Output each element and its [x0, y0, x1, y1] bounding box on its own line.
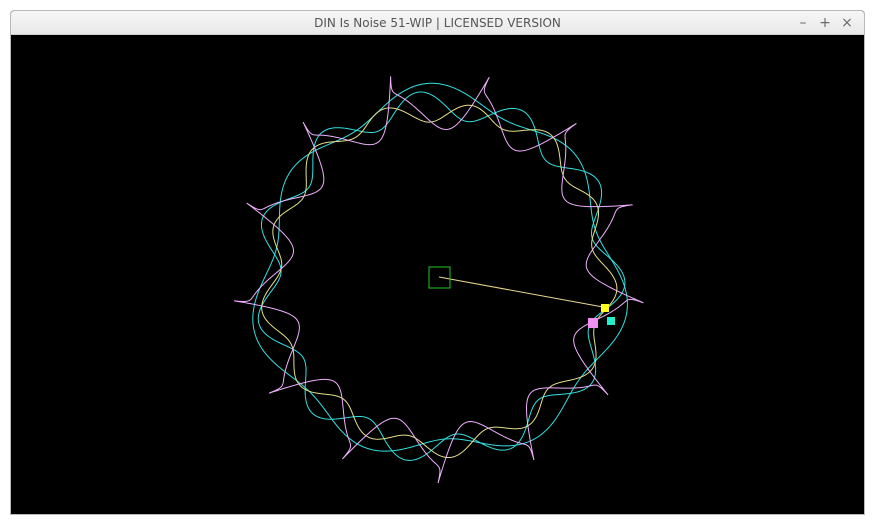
violet-handle[interactable] — [588, 318, 598, 328]
yellow-handle[interactable] — [601, 304, 609, 312]
radius-line — [438, 276, 604, 308]
minimize-button[interactable]: – — [792, 12, 814, 34]
violet-curve[interactable] — [233, 76, 644, 484]
maximize-button[interactable]: + — [814, 12, 836, 34]
close-button[interactable]: × — [836, 12, 858, 34]
window-controls: – + × — [792, 11, 858, 35]
yellow-curve[interactable] — [261, 104, 618, 459]
window-title: DIN Is Noise 51-WIP | LICENSED VERSION — [314, 16, 561, 30]
app-window: DIN Is Noise 51-WIP | LICENSED VERSION –… — [10, 10, 865, 515]
curve-editor-svg[interactable] — [11, 35, 864, 515]
cyan-curve-secondary[interactable] — [257, 91, 626, 461]
drawing-canvas[interactable] — [11, 35, 864, 515]
title-bar[interactable]: DIN Is Noise 51-WIP | LICENSED VERSION –… — [11, 11, 864, 35]
cyan-handle[interactable] — [607, 317, 615, 325]
